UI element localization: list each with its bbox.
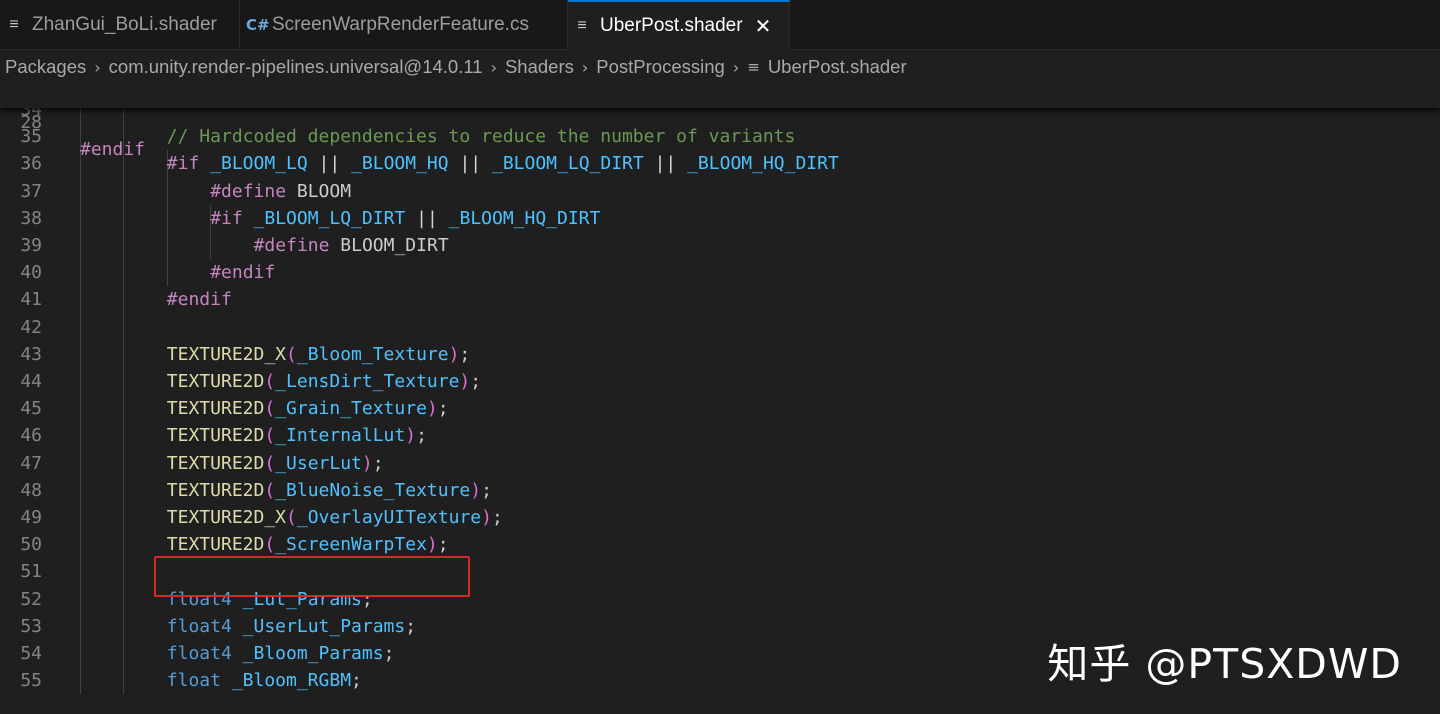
code-line[interactable]: 36 #if _BLOOM_LQ || _BLOOM_HQ || _BLOOM_L… bbox=[0, 150, 1440, 177]
highlight-box bbox=[154, 556, 470, 597]
menu-lines-icon: ≡ bbox=[9, 15, 19, 33]
line-number: 47 bbox=[20, 452, 42, 474]
code-line[interactable]: 44 TEXTURE2D(_LensDirt_Texture); bbox=[0, 368, 1440, 395]
chevron-right-icon: › bbox=[581, 57, 589, 77]
line-code: TEXTURE2D(_LensDirt_Texture); bbox=[166, 371, 482, 392]
line-code: TEXTURE2D(_InternalLut); bbox=[166, 425, 427, 447]
line-number: 55 bbox=[20, 670, 42, 692]
code-line[interactable]: 46 TEXTURE2D(_InternalLut); bbox=[0, 422, 1440, 449]
sticky-line-code: #endif bbox=[80, 139, 146, 160]
breadcrumb-package-folder[interactable]: com.unity.render-pipelines.universal@14.… bbox=[109, 56, 483, 78]
line-number: 39 bbox=[20, 235, 42, 256]
code-line[interactable]: 41 #endif bbox=[0, 286, 1440, 313]
sticky-line: 28 #endif bbox=[0, 84, 1440, 160]
code-line[interactable]: 42 bbox=[0, 314, 1440, 341]
line-code: TEXTURE2D(_ScreenWarpTex); bbox=[166, 534, 449, 556]
code-line[interactable]: 40 #endif bbox=[0, 259, 1440, 286]
breadcrumb: Packages › com.unity.render-pipelines.un… bbox=[0, 50, 1440, 84]
code-line[interactable]: 47 TEXTURE2D(_UserLut); bbox=[0, 450, 1440, 477]
csharp-file-icon: C# bbox=[246, 15, 270, 34]
line-code: TEXTURE2D(_Grain_Texture); bbox=[166, 398, 449, 420]
line-number: 49 bbox=[20, 507, 42, 528]
code-line[interactable]: 49 TEXTURE2D_X(_OverlayUITexture); bbox=[0, 504, 1440, 531]
breadcrumb-packages[interactable]: Packages bbox=[5, 56, 86, 78]
line-code: float _Bloom_RGBM; bbox=[166, 670, 362, 692]
line-code: TEXTURE2D_X(_Bloom_Texture); bbox=[166, 343, 471, 365]
tab-screenwarp-renderfeature-cs[interactable]: C# ScreenWarpRenderFeature.cs bbox=[240, 0, 568, 49]
code-line[interactable]: 37 #define BLOOM bbox=[0, 178, 1440, 205]
line-code: TEXTURE2D(_UserLut); bbox=[166, 452, 384, 474]
tab-label: ScreenWarpRenderFeature.cs bbox=[272, 13, 529, 35]
close-icon[interactable]: ✕ bbox=[755, 14, 772, 38]
chevron-right-icon: › bbox=[732, 57, 740, 77]
line-number: 51 bbox=[20, 561, 42, 583]
line-code: #endif bbox=[166, 289, 232, 311]
watermark: 知乎 @PTSXDWD bbox=[1047, 640, 1402, 688]
line-code: TEXTURE2D_X(_OverlayUITexture); bbox=[166, 507, 503, 528]
breadcrumb-shaders[interactable]: Shaders bbox=[505, 56, 574, 78]
breadcrumb-file[interactable]: UberPost.shader bbox=[768, 56, 907, 78]
tab-bar: ≡ ZhanGui_BoLi.shader C# ScreenWarpRende… bbox=[0, 0, 1440, 50]
line-code: float4 _UserLut_Params; bbox=[166, 615, 417, 637]
chevron-right-icon: › bbox=[94, 57, 101, 77]
line-number: 41 bbox=[20, 289, 42, 311]
line-code: #define BLOOM_DIRT bbox=[253, 235, 449, 256]
code-line[interactable]: 45 TEXTURE2D(_Grain_Texture); bbox=[0, 395, 1440, 422]
code-line[interactable]: 50 TEXTURE2D(_ScreenWarpTex); bbox=[0, 531, 1440, 558]
line-number: 52 bbox=[20, 588, 42, 610]
line-number: 46 bbox=[20, 425, 42, 447]
sticky-scroll-header[interactable]: 28 #endif bbox=[0, 84, 1440, 160]
line-code: #define BLOOM bbox=[210, 180, 352, 202]
line-number: 28 bbox=[20, 112, 42, 133]
line-number: 43 bbox=[20, 343, 42, 365]
tab-zhangui-boli-shader[interactable]: ≡ ZhanGui_BoLi.shader bbox=[0, 0, 240, 49]
line-number: 42 bbox=[20, 316, 42, 338]
chevron-right-icon: › bbox=[490, 57, 497, 77]
code-editor[interactable]: 28 #endif #include "Packages/com.unity.r… bbox=[0, 84, 1440, 714]
menu-lines-icon: ≡ bbox=[577, 17, 587, 34]
code-line[interactable]: 39 #define BLOOM_DIRT bbox=[0, 232, 1440, 259]
code-line[interactable]: 43 TEXTURE2D_X(_Bloom_Texture); bbox=[0, 341, 1440, 368]
line-number: 40 bbox=[20, 262, 42, 284]
line-code: #endif bbox=[210, 262, 276, 284]
line-code: // Hardcoded dependencies to reduce the … bbox=[166, 126, 796, 148]
line-number: 45 bbox=[20, 398, 42, 420]
code-line[interactable]: 38 #if _BLOOM_LQ_DIRT || _BLOOM_HQ_DIRT bbox=[0, 205, 1440, 232]
line-number: 54 bbox=[20, 643, 42, 664]
tab-uberpost-shader[interactable]: ≡ UberPost.shader ✕ bbox=[568, 0, 790, 50]
line-number: 50 bbox=[20, 534, 42, 556]
breadcrumb-postprocessing[interactable]: PostProcessing bbox=[596, 56, 725, 78]
line-number: 38 bbox=[20, 207, 42, 229]
line-number: 48 bbox=[20, 479, 42, 501]
line-number: 44 bbox=[20, 371, 42, 392]
line-code: #if _BLOOM_LQ || _BLOOM_HQ || _BLOOM_LQ_… bbox=[166, 153, 839, 175]
line-code: float4 _Bloom_Params; bbox=[166, 643, 395, 664]
code-line[interactable]: 35// Hardcoded dependencies to reduce th… bbox=[0, 123, 1440, 150]
line-code: #if _BLOOM_LQ_DIRT || _BLOOM_HQ_DIRT bbox=[210, 207, 601, 229]
menu-lines-icon: ≡ bbox=[747, 58, 760, 76]
line-number: 53 bbox=[20, 615, 42, 637]
tab-label: UberPost.shader bbox=[600, 15, 743, 36]
tab-label: ZhanGui_BoLi.shader bbox=[32, 13, 217, 35]
code-line[interactable]: 48 TEXTURE2D(_BlueNoise_Texture); bbox=[0, 477, 1440, 504]
line-code: TEXTURE2D(_BlueNoise_Texture); bbox=[166, 479, 492, 501]
